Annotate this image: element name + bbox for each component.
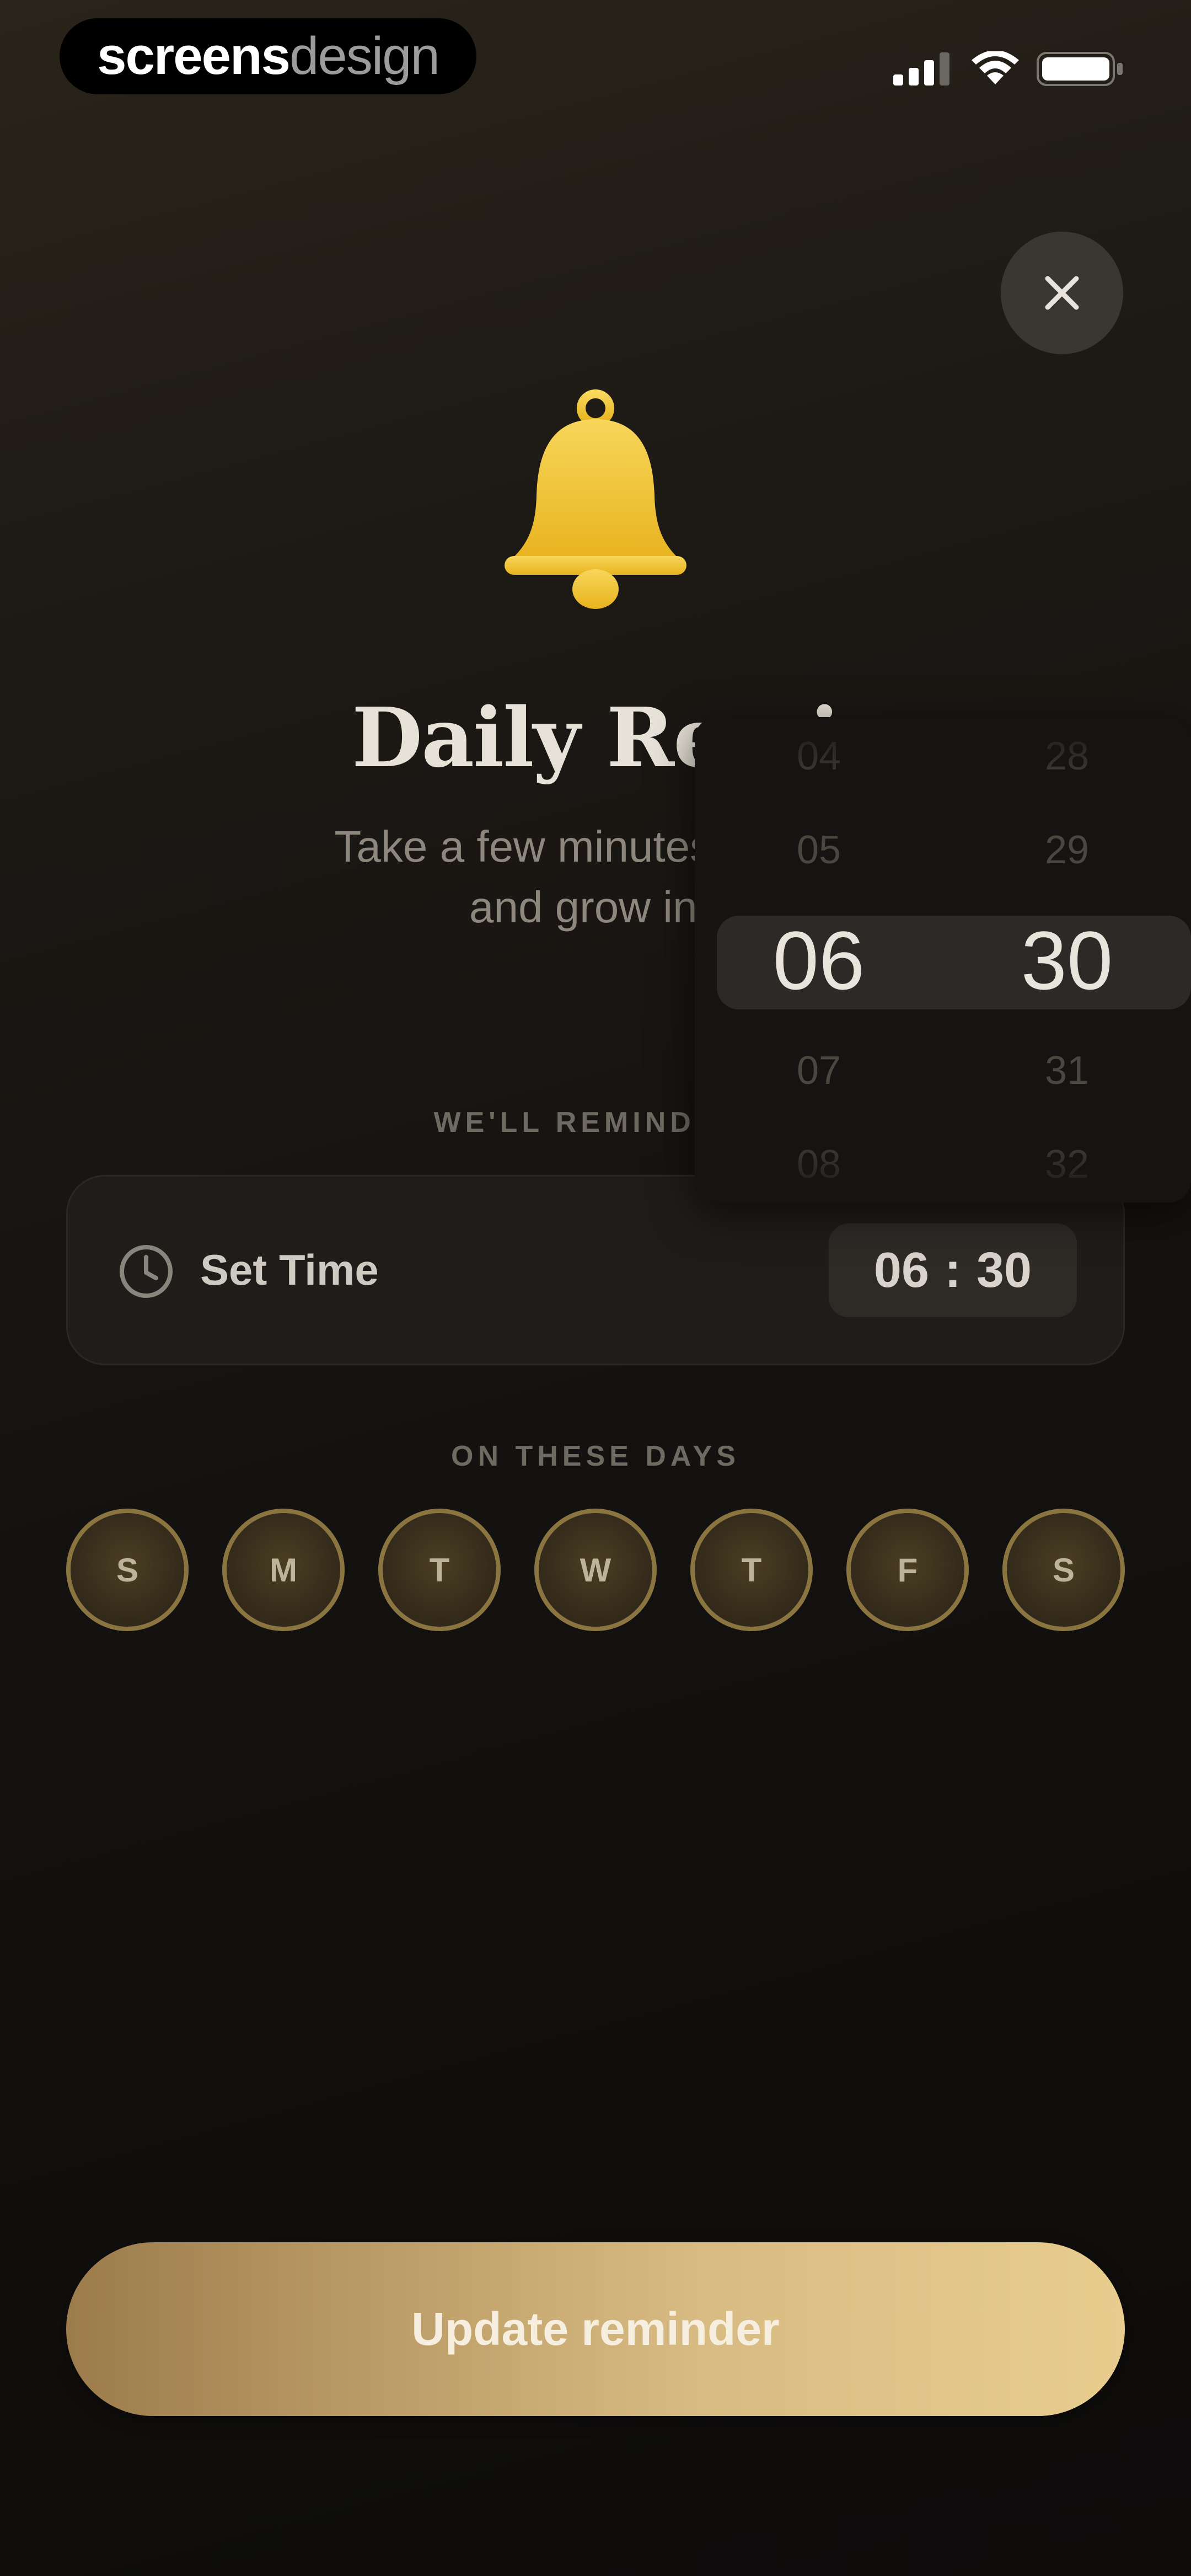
brand-text-secondary: design bbox=[289, 26, 440, 85]
picker-hour[interactable]: 07 bbox=[695, 1048, 943, 1093]
day-toggle-sunday[interactable]: S bbox=[66, 1509, 189, 1631]
brand-badge: screens design bbox=[60, 18, 476, 94]
close-icon bbox=[1045, 276, 1079, 310]
set-time-row[interactable]: Set Time 06:30 bbox=[66, 1175, 1125, 1365]
time-minute: 30 bbox=[976, 1242, 1032, 1298]
time-value-chip[interactable]: 06:30 bbox=[829, 1223, 1077, 1317]
time-hour: 06 bbox=[873, 1242, 929, 1298]
day-toggle-saturday[interactable]: S bbox=[1002, 1509, 1125, 1631]
day-toggle-wednesday[interactable]: W bbox=[534, 1509, 657, 1631]
picker-fade-top bbox=[695, 717, 1191, 794]
status-icons bbox=[893, 47, 1125, 91]
picker-minute-selected[interactable]: 30 bbox=[943, 913, 1191, 1008]
picker-minute[interactable]: 29 bbox=[943, 827, 1191, 873]
battery-icon bbox=[1037, 52, 1123, 86]
time-separator: : bbox=[945, 1242, 961, 1298]
picker-fade-bottom bbox=[695, 1125, 1191, 1203]
day-toggle-tuesday[interactable]: T bbox=[378, 1509, 501, 1631]
signal-icon bbox=[893, 52, 949, 85]
set-time-label: Set Time bbox=[200, 1246, 379, 1294]
wifi-icon bbox=[972, 51, 1019, 84]
clock-icon bbox=[120, 1245, 173, 1298]
day-toggle-thursday[interactable]: T bbox=[690, 1509, 813, 1631]
brand-text-primary: screens bbox=[97, 26, 291, 85]
time-picker[interactable]: 04 05 06 07 08 28 29 30 31 32 bbox=[695, 717, 1191, 1203]
close-button[interactable] bbox=[1001, 232, 1123, 354]
day-toggle-friday[interactable]: F bbox=[846, 1509, 969, 1631]
bell-icon bbox=[505, 389, 686, 609]
picker-hour[interactable]: 05 bbox=[695, 827, 943, 873]
update-reminder-button[interactable]: Update reminder bbox=[66, 2242, 1125, 2416]
day-toggle-monday[interactable]: M bbox=[222, 1509, 345, 1631]
day-selector: S M T W T F S bbox=[66, 1509, 1125, 1631]
days-section-label: ON THESE DAYS bbox=[451, 1440, 740, 1472]
picker-minute[interactable]: 31 bbox=[943, 1048, 1191, 1093]
picker-hour-selected[interactable]: 06 bbox=[695, 913, 943, 1008]
